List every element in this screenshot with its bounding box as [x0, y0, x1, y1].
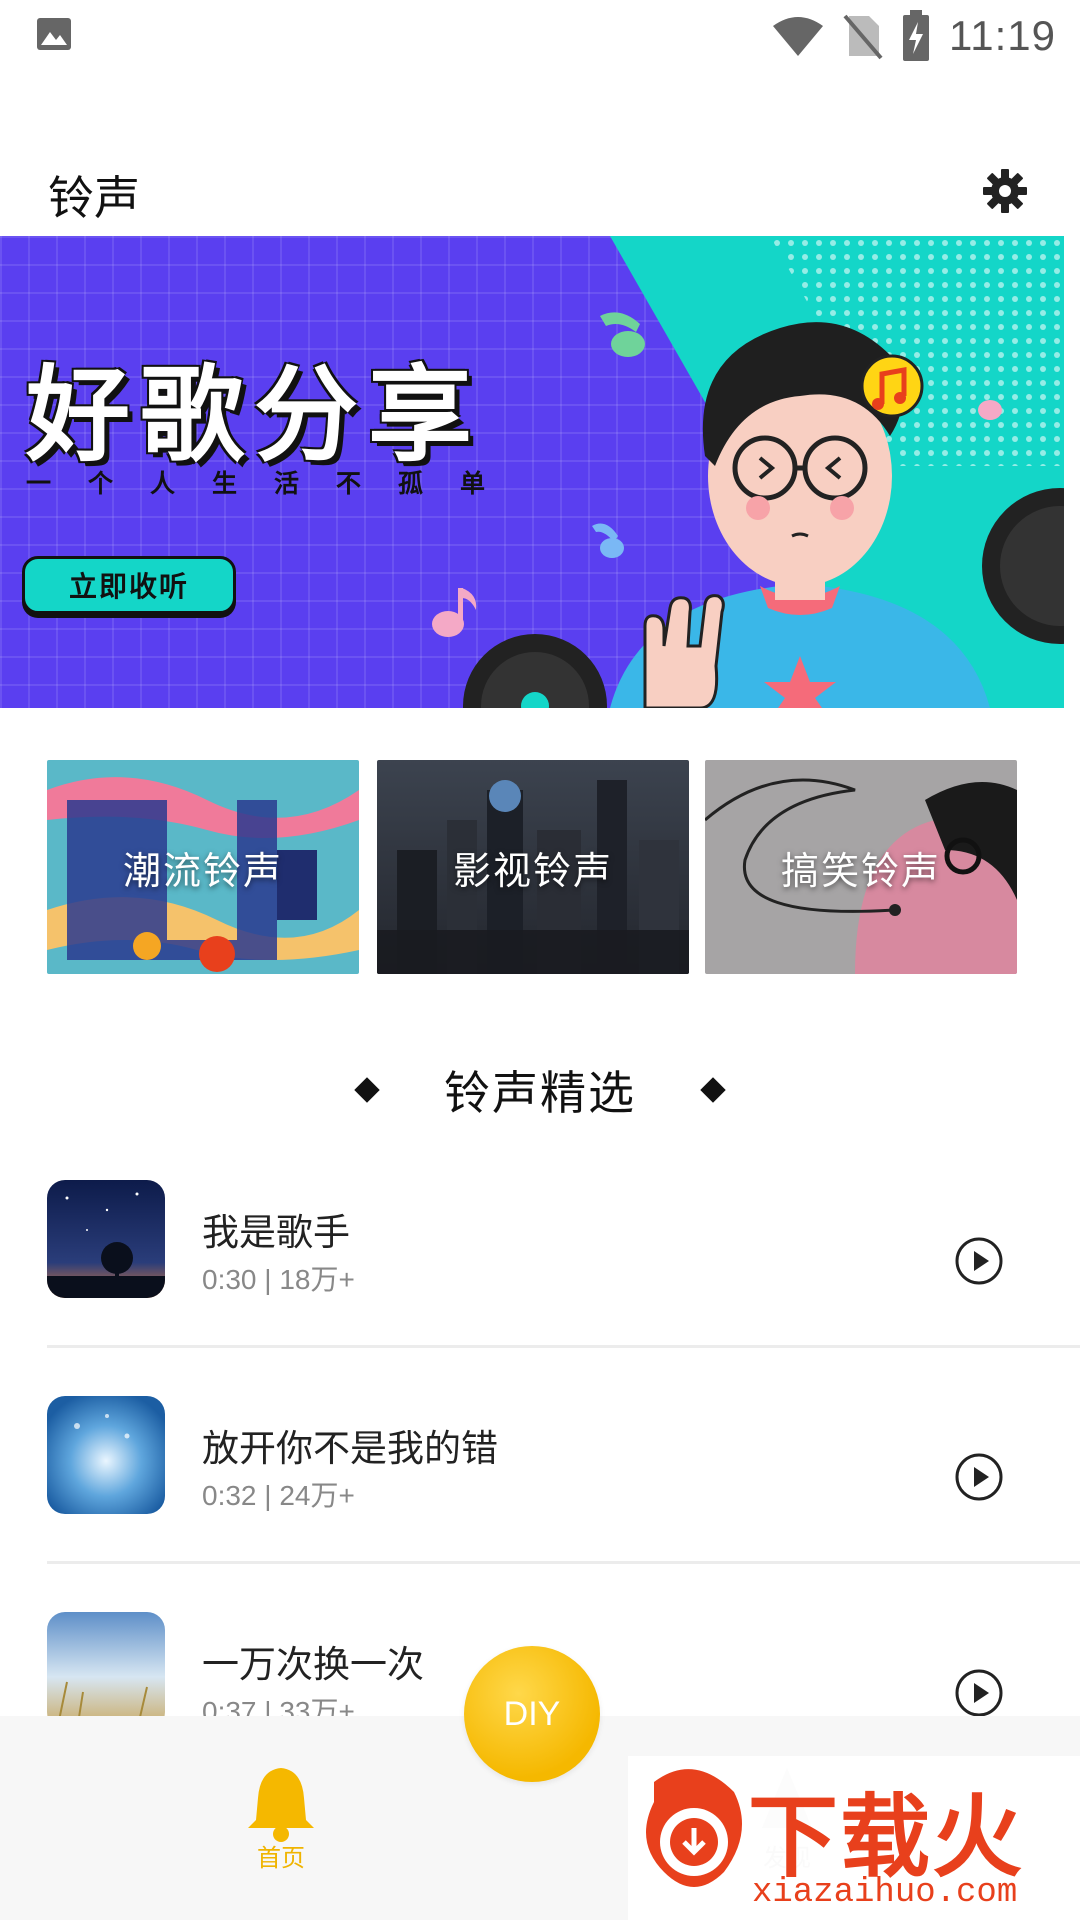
song-title: 我是歌手	[202, 1211, 350, 1254]
listen-now-button[interactable]: 立即收听	[22, 556, 236, 614]
category-funny[interactable]: 搞笑铃声	[705, 760, 1017, 974]
row-divider	[47, 1561, 1080, 1564]
song-cover	[47, 1180, 165, 1298]
song-cover	[47, 1396, 165, 1514]
status-bar: 11:19	[0, 0, 1080, 72]
watermark: 下载火 xiazaihuo.com	[628, 1756, 1080, 1920]
category-label: 潮流铃声	[122, 848, 283, 893]
section-title: 铃声精选	[444, 1066, 636, 1120]
settings-gear-icon[interactable]	[982, 168, 1028, 214]
category-label: 影视铃声	[452, 848, 613, 893]
promo-banner[interactable]: 好歌分享 一个人生活不孤单 立即收听	[0, 236, 1064, 708]
category-film[interactable]: 影视铃声	[377, 760, 689, 974]
watermark-logo-icon	[646, 1769, 742, 1887]
app-header: 铃声	[0, 140, 1080, 236]
song-cover	[47, 1612, 165, 1730]
bell-icon	[248, 1768, 314, 1842]
section-heading: 铃声精选	[0, 1050, 1080, 1130]
play-icon[interactable]	[954, 1452, 1004, 1502]
song-meta: 0:30 | 18万+	[202, 1264, 355, 1295]
nav-home-label: 首页	[257, 1844, 305, 1872]
banner-title: 好歌分享	[26, 354, 483, 476]
status-time: 11:19	[949, 12, 1056, 59]
diamond-icon	[354, 1077, 380, 1103]
category-label: 搞笑铃声	[780, 848, 941, 893]
list-item[interactable]: 放开你不是我的错 0:32 | 24万+	[0, 1374, 1080, 1590]
no-sim-icon	[843, 14, 883, 60]
song-title: 一万次换一次	[202, 1643, 424, 1686]
nav-home[interactable]: 首页	[236, 1738, 326, 1878]
song-meta: 0:32 | 24万+	[202, 1480, 355, 1511]
watermark-url: xiazaihuo.com	[752, 1874, 1018, 1912]
diy-button[interactable]: DIY	[464, 1646, 600, 1782]
banner-subtitle: 一个人生活不孤单	[26, 469, 523, 498]
row-divider	[47, 1345, 1080, 1348]
category-trend[interactable]: 潮流铃声	[47, 760, 359, 974]
play-icon[interactable]	[954, 1668, 1004, 1718]
category-tiles: 潮流铃声 影视铃声 搞笑铃声	[47, 760, 1017, 974]
diamond-icon	[700, 1077, 726, 1103]
image-notification-icon	[37, 18, 71, 50]
battery-charging-icon	[903, 10, 929, 61]
wifi-icon	[773, 17, 823, 56]
page-title: 铃声	[48, 171, 140, 225]
play-icon[interactable]	[954, 1236, 1004, 1286]
song-title: 放开你不是我的错	[202, 1427, 498, 1470]
list-item[interactable]: 我是歌手 0:30 | 18万+	[0, 1158, 1080, 1374]
